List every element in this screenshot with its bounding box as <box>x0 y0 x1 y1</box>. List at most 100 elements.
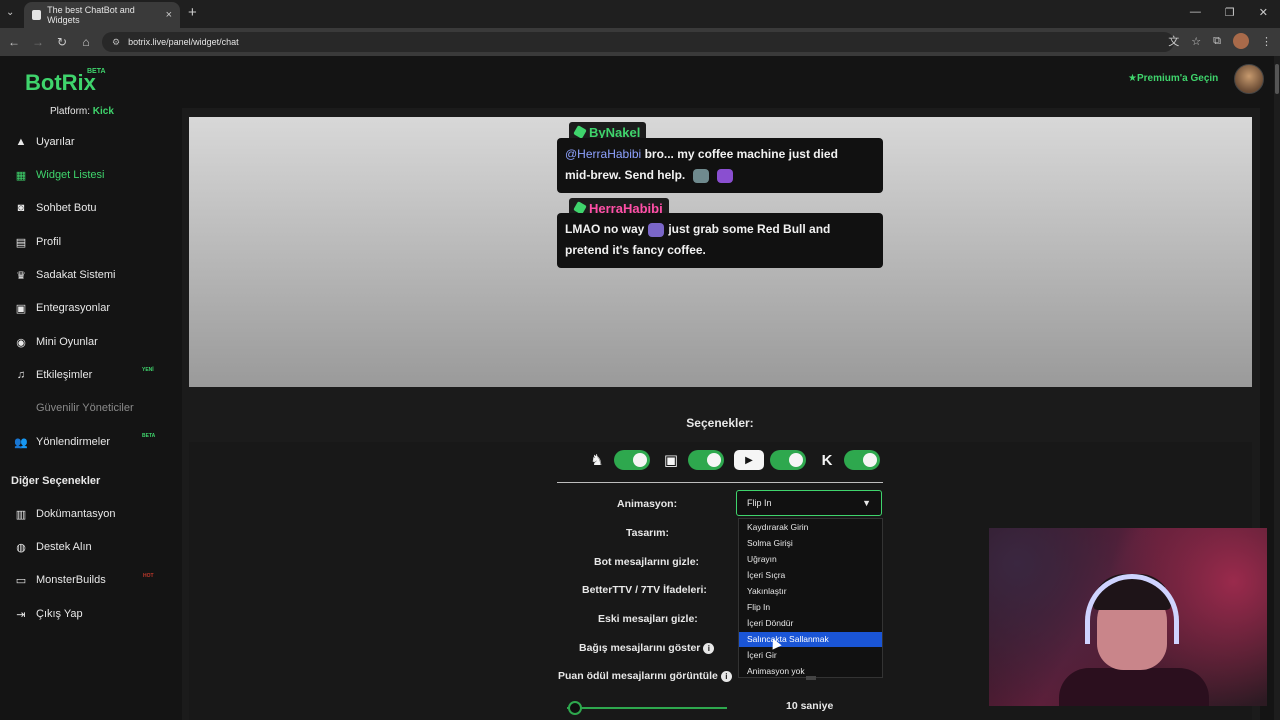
animation-label: Animasyon: <box>617 498 678 510</box>
logout-icon: ⇥ <box>16 608 26 621</box>
animation-option[interactable]: İçeri Döndür <box>739 616 882 631</box>
donation-label-text: Bağış mesajlarını göster <box>579 642 701 654</box>
favicon-icon <box>32 10 42 20</box>
animation-option[interactable]: İçeri Gir <box>739 648 882 663</box>
new-badge: YENİ <box>142 367 154 373</box>
platform-label: Platform: <box>50 106 91 117</box>
browser-tab-bar: ⌄ The best ChatBot and Widgets × + — ❐ ✕ <box>0 0 1280 28</box>
other-options-title: Diğer Seçenekler <box>11 475 101 487</box>
extensions-icon[interactable]: ⧉ <box>1213 35 1221 48</box>
info-icon[interactable]: i <box>703 642 715 654</box>
browser-menu-icon[interactable]: ⋮ <box>1261 35 1272 48</box>
sidebar-item-loyalty[interactable]: ♛ Sadakat Sistemi <box>14 266 115 284</box>
donation-label: Bağış mesajlarını göster i <box>579 642 715 654</box>
url-field[interactable]: ⚙ botrix.live/panel/widget/chat <box>102 32 1174 52</box>
sidebar-item-label: MonsterBuilds <box>36 574 106 586</box>
info-icon[interactable]: i <box>720 670 732 682</box>
animation-option[interactable]: İçeri Sıçra <box>739 568 882 583</box>
animation-dropdown: Kaydırarak Girin Solma Girişi Uğrayın İç… <box>738 518 883 678</box>
chevron-down-icon: ▼ <box>862 498 871 508</box>
id-card-icon: ▤ <box>15 236 27 249</box>
close-window-icon[interactable]: ✕ <box>1259 6 1268 19</box>
back-icon[interactable]: ← <box>2 35 26 49</box>
chat-message: LMAO no way just grab some Red Bull and p… <box>557 213 883 268</box>
webcam-overlay <box>989 528 1267 706</box>
sidebar-item-interactions[interactable]: ♫ Etkileşimler <box>14 366 92 384</box>
sidebar-item-integrations[interactable]: ▣ Entegrasyonlar <box>14 299 110 317</box>
new-tab-icon[interactable]: + <box>188 4 197 21</box>
browser-tab[interactable]: The best ChatBot and Widgets × <box>24 2 180 28</box>
sidebar-item-monsterbuilds[interactable]: ▭ MonsterBuilds <box>14 571 106 589</box>
site-header <box>0 56 1274 102</box>
options-divider <box>557 482 883 483</box>
animation-option[interactable]: Solma Girişi <box>739 536 882 551</box>
sidebar-item-label: Widget Listesi <box>36 169 105 181</box>
sidebar-item-minigames[interactable]: ◉ Mini Oyunlar <box>14 333 98 351</box>
bookmark-star-icon[interactable]: ☆ <box>1191 35 1201 48</box>
emote-icon <box>648 222 665 237</box>
duration-slider-track[interactable] <box>567 707 727 709</box>
sidebar-item-label: Çıkış Yap <box>36 608 83 620</box>
animation-select[interactable]: Flip In ▼ <box>736 490 882 516</box>
animation-option[interactable]: Flip In <box>739 600 882 615</box>
animation-selected-value: Flip In <box>747 498 772 508</box>
animation-option[interactable]: Kaydırarak Girin <box>739 520 882 535</box>
sidebar-item-label: Sadakat Sistemi <box>36 269 116 281</box>
minimize-icon[interactable]: — <box>1190 6 1201 19</box>
sidebar-item-label: Güvenilir Yöneticiler <box>36 402 134 414</box>
sidebar-item-profile[interactable]: ▤ Profil <box>14 233 61 251</box>
bttv-label: BetterTTV / 7TV İfadeleri: <box>582 584 707 596</box>
youtube-toggle[interactable] <box>770 450 806 470</box>
toggle-partial[interactable] <box>806 676 816 680</box>
sidebar-item-label: Entegrasyonlar <box>36 302 110 314</box>
tab-search-icon[interactable]: ⌄ <box>6 7 14 18</box>
gamepad-icon: ◉ <box>16 336 26 349</box>
kick-badge-icon <box>573 125 587 139</box>
sidebar-item-support[interactable]: ◍ Destek Alın <box>14 538 91 556</box>
sidebar-item-label: Etkileşimler <box>36 369 93 381</box>
page-scrollbar[interactable] <box>1274 56 1280 720</box>
animation-option[interactable]: Uğrayın <box>739 552 882 567</box>
message-text: bro... my coffee machine just died <box>644 147 838 161</box>
scrollbar-thumb[interactable] <box>1275 64 1279 94</box>
animation-option-highlighted[interactable]: Salıncakta Sallanmak <box>739 632 882 647</box>
address-bar-row: ← → ↻ ⌂ ⚙ botrix.live/panel/widget/chat … <box>0 28 1280 56</box>
sidebar-item-label: Dokümantasyon <box>36 508 116 520</box>
beta-badge: BETA <box>87 68 106 75</box>
kick-toggle[interactable] <box>844 450 880 470</box>
translate-icon[interactable]: 文 <box>1168 33 1179 49</box>
url-text: botrix.live/panel/widget/chat <box>128 37 239 47</box>
botrix-logo[interactable]: BotRix <box>25 70 96 96</box>
sidebar-item-logout[interactable]: ⇥ Çıkış Yap <box>14 605 83 623</box>
sidebar-item-redirects[interactable]: 👥 Yönlendirmeler <box>14 433 110 451</box>
youtube-icon: ▶ <box>734 450 764 470</box>
emote-icon <box>693 168 710 183</box>
home-icon[interactable]: ⌂ <box>74 35 98 49</box>
forward-icon[interactable]: → <box>26 35 50 49</box>
restore-icon[interactable]: ❐ <box>1225 6 1235 19</box>
site-info-icon[interactable]: ⚙ <box>112 37 120 48</box>
reload-icon[interactable]: ↻ <box>50 35 74 49</box>
sidebar-item-docs[interactable]: ▥ Dokümantasyon <box>14 505 116 523</box>
message-text: pretend it's fancy coffee. <box>565 243 706 257</box>
premium-link[interactable]: ★Premium'a Geçin <box>1128 73 1218 84</box>
robot-icon: ◙ <box>17 202 25 214</box>
hot-badge: HOT <box>143 573 154 579</box>
sidebar-item-chatbot[interactable]: ◙ Sohbet Botu <box>14 199 97 217</box>
user-avatar[interactable] <box>1234 64 1264 94</box>
profile-avatar-icon[interactable] <box>1233 33 1249 49</box>
trovo-toggle[interactable] <box>614 450 650 470</box>
points-label: Puan ödül mesajlarını görüntüle i <box>558 670 732 682</box>
options-title: Seçenekler: <box>686 416 754 430</box>
animation-option[interactable]: Yakınlaştır <box>739 584 882 599</box>
twitch-toggle[interactable] <box>688 450 724 470</box>
beta-sidebar-badge: BETA <box>142 433 156 439</box>
duration-slider-handle[interactable] <box>568 701 582 715</box>
window-icon: ▣ <box>15 302 27 315</box>
warning-icon: ▲ <box>15 136 27 148</box>
design-label: Tasarım: <box>626 527 669 539</box>
sidebar-item-alerts[interactable]: ▲ Uyarılar <box>14 133 75 151</box>
tab-close-icon[interactable]: × <box>166 9 172 21</box>
sidebar-item-trusted-moderators[interactable]: Güvenilir Yöneticiler <box>14 399 134 417</box>
sidebar-item-widgets[interactable]: ▦ Widget Listesi <box>14 166 105 184</box>
